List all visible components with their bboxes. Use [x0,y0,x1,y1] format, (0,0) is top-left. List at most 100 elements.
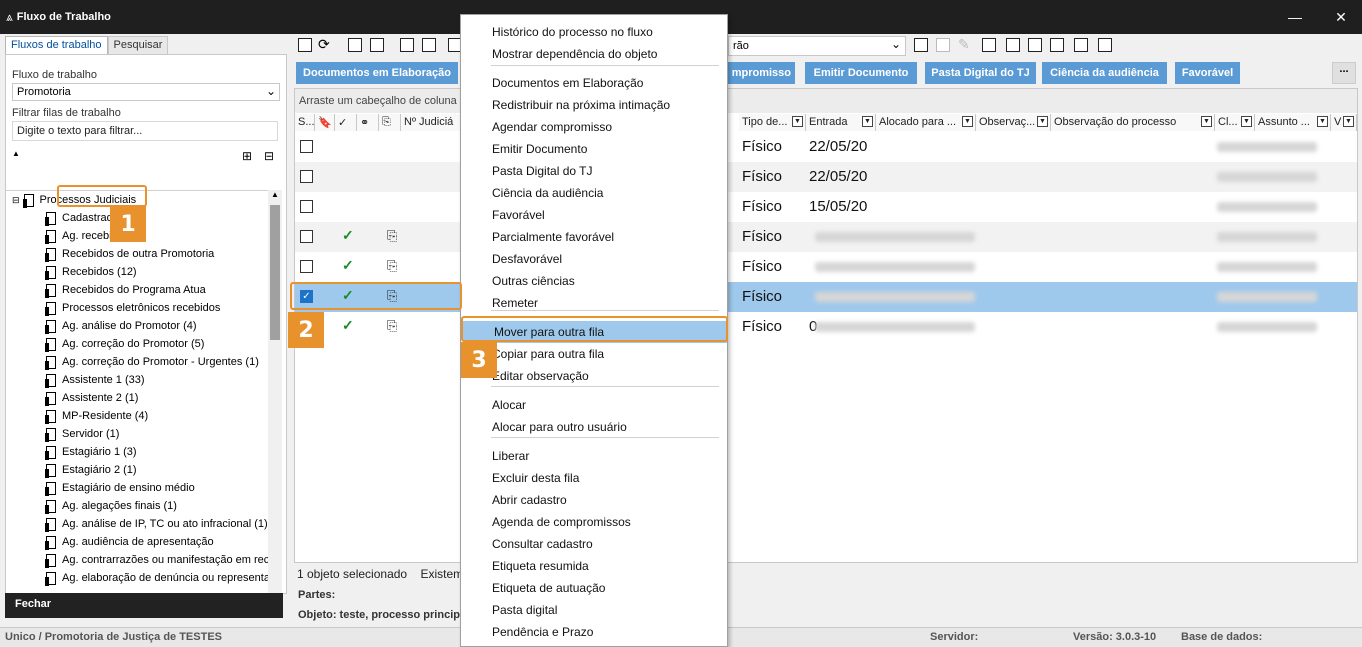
close-window-button[interactable]: ✕ [1318,0,1362,34]
menu-item[interactable]: Agenda de compromissos [461,511,727,533]
menu-item[interactable]: Editar observação [461,365,727,387]
tree-item[interactable]: Ag. audiência de apresentação [45,533,214,551]
menu-item[interactable]: Mostrar dependência do objeto [461,43,727,65]
copy-icon[interactable] [348,38,362,52]
menu-item[interactable]: Emitir Documento [461,138,727,160]
tab-fluxos[interactable]: Fluxos de trabalho [5,36,108,54]
filter-input[interactable]: Digite o texto para filtrar... [12,121,278,141]
minimize-button[interactable]: — [1272,0,1318,34]
col-header-s[interactable]: S... [295,114,315,131]
menu-item[interactable]: Ciência da audiência [461,182,727,204]
menu-item[interactable]: Pasta digital [461,599,727,621]
table-row[interactable]: ✓ ⎘ Físico 0 [295,312,1357,342]
menu-item[interactable]: Alocar para outro usuário [461,416,727,438]
expand-all-icon[interactable]: ⊞ [242,149,252,163]
tree-item[interactable]: Ag. análise de IP, TC ou ato infracional… [45,515,268,533]
collapse-arrow-icon[interactable]: ▲ [12,149,20,158]
col-header-numero[interactable]: Nº Judiciá [401,114,461,131]
menu-item[interactable]: Alocar [461,394,727,416]
col-header-alocado[interactable]: Alocado para ... ▼ [876,114,976,131]
tree-item[interactable]: Ag. correção do Promotor - Urgentes (1) [45,353,259,371]
tree-item[interactable]: Ag. análise do Promotor (4) [45,317,197,335]
check-col-icon[interactable]: ✓ [335,114,357,131]
quick-btn-compromisso[interactable]: mpromisso [719,62,795,84]
flow-select[interactable]: Promotoria ⌄ [12,83,280,101]
scroll-up-icon[interactable]: ▲ [271,190,279,199]
menu-item[interactable]: Parcialmente favorável [461,226,727,248]
menu-item[interactable]: Copiar para outra fila [461,343,727,365]
col-header-classe[interactable]: Cl... ▼ [1215,114,1255,131]
tab-pesquisar[interactable]: Pesquisar [107,36,169,54]
save-icon[interactable] [914,38,928,52]
filter-dropdown-icon[interactable]: ▼ [1241,116,1252,127]
table-row[interactable]: Físico 22/05/20 [295,132,1357,162]
tree-item[interactable]: Assistente 1 (33) [45,371,145,389]
duplicate-icon[interactable] [370,38,384,52]
printer-icon[interactable] [1098,38,1112,52]
menu-item[interactable]: Excluir desta fila [461,467,727,489]
report-icon[interactable] [982,38,996,52]
menu-item[interactable]: Outras ciências [461,270,727,292]
quick-btn-documentos[interactable]: Documentos em Elaboração [296,62,458,84]
table-row[interactable]: ✓ ⎘ Físico [295,252,1357,282]
export-icon[interactable] [422,38,436,52]
row-checkbox[interactable] [300,140,313,153]
filter-dropdown-icon[interactable]: ▼ [1343,116,1354,127]
filter-dropdown-icon[interactable]: ▼ [792,116,803,127]
table-row[interactable]: Físico 22/05/20 [295,162,1357,192]
filter-dropdown-icon[interactable]: ▼ [1317,116,1328,127]
view-select[interactable]: rão ⌄ [728,36,906,56]
tree-item[interactable]: Ag. contrarrazões ou manifestação em rec… [45,551,274,569]
tree-item[interactable]: Ag. elaboração de recurso [46,587,191,590]
col-header-obs-processo[interactable]: Observação do processo ▼ [1051,114,1215,131]
menu-item[interactable]: Documentos em Elaboração [461,72,727,94]
menu-item[interactable]: Desfavorável [461,248,727,270]
table-row[interactable]: ✓ ⎘ Físico [295,222,1357,252]
row-checkbox[interactable] [300,230,313,243]
tree-item[interactable]: Ag. alegações finais (1) [45,497,177,515]
menu-item[interactable]: Redistribuir na próxima intimação [461,94,727,116]
group-icon[interactable] [1074,38,1088,52]
tree-vscroll-thumb[interactable] [270,205,280,340]
quick-btn-pasta-tj[interactable]: Pasta Digital do TJ [925,62,1036,84]
quick-btn-favoravel[interactable]: Favorável [1175,62,1240,84]
tree-item[interactable]: Estagiário de ensino médio [45,479,195,497]
attach-col-icon[interactable]: ⎘ [379,114,401,131]
tree-item[interactable]: Estagiário 1 (3) [45,443,137,461]
col-header-v[interactable]: V ▼ [1331,114,1357,131]
tree-item[interactable]: Ag. correção do Promotor (5) [45,335,204,353]
new-doc-icon[interactable] [298,38,312,52]
col-header-observacao[interactable]: Observaç... ▼ [976,114,1051,131]
tree-item[interactable]: Recebidos (12) [45,263,137,281]
row-checkbox[interactable] [300,170,313,183]
tree-item[interactable]: Servidor (1) [45,425,119,443]
filter-dropdown-icon[interactable]: ▼ [962,116,973,127]
tree-item[interactable]: Recebidos de outra Promotoria [45,245,214,263]
close-button[interactable]: Fechar [5,593,283,618]
menu-item[interactable]: Favorável [461,204,727,226]
bookmark-col-icon[interactable]: 🔖 [315,114,335,131]
tree-view-icon[interactable] [1050,38,1064,52]
print-list-icon[interactable] [400,38,414,52]
table-row[interactable]: Físico 15/05/20 [295,192,1357,222]
tree-item[interactable]: Processos eletrônicos recebidos [45,299,220,317]
menu-item[interactable]: Abrir cadastro [461,489,727,511]
tree-item[interactable]: MP-Residente (4) [45,407,148,425]
quick-btn-ciencia[interactable]: Ciência da audiência [1042,62,1167,84]
menu-item[interactable]: Pasta Digital do TJ [461,160,727,182]
menu-item[interactable]: Histórico do processo no fluxo [461,21,727,43]
menu-item[interactable]: Etiqueta de autuação [461,577,727,599]
tree-item[interactable]: Estagiário 2 (1) [45,461,137,479]
tree-item[interactable]: Recebidos do Programa Atua [45,281,206,299]
quick-btn-emitir[interactable]: Emitir Documento [805,62,917,84]
col-header-assunto[interactable]: Assunto ... ▼ [1255,114,1331,131]
form-icon[interactable] [1028,38,1042,52]
collapse-all-icon[interactable]: ⊟ [264,149,274,163]
flow-col-icon[interactable]: ⚭ [357,114,379,131]
menu-item[interactable]: Liberar [461,445,727,467]
row-checkbox[interactable] [300,260,313,273]
tree-item[interactable]: Ag. elaboração de denúncia ou representa… [45,569,274,587]
filter-dropdown-icon[interactable]: ▼ [862,116,873,127]
col-header-entrada[interactable]: Entrada ▼ [806,114,876,131]
filter-dropdown-icon[interactable]: ▼ [1201,116,1212,127]
